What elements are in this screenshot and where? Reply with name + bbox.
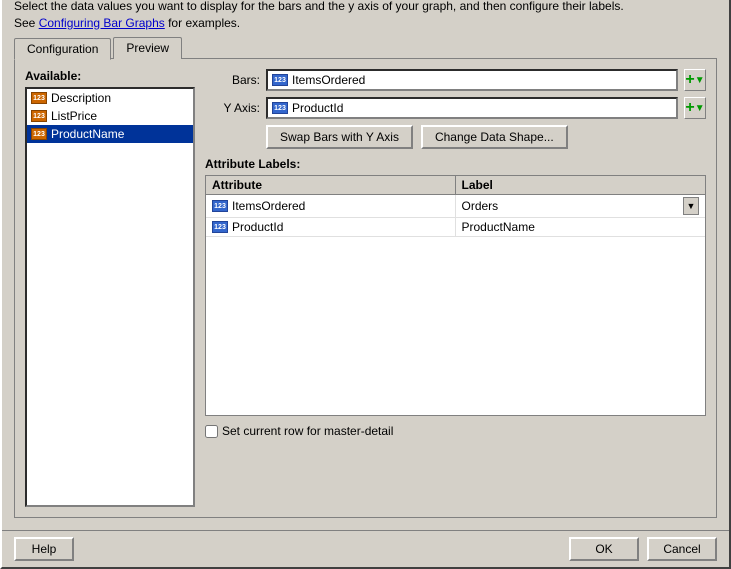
bars-input[interactable]: 123 ItemsOrdered — [266, 69, 678, 91]
column-label: Label — [456, 176, 706, 194]
label-value: Orders — [462, 199, 684, 213]
label-dropdown[interactable]: Orders ▼ — [462, 197, 700, 215]
master-detail-checkbox-row[interactable]: Set current row for master-detail — [205, 424, 706, 438]
description-line1: Select the data values you want to displ… — [14, 0, 624, 13]
yaxis-field-icon: 123 — [272, 102, 288, 114]
tab-bar: Configuration Preview — [14, 37, 717, 59]
plus-icon: + — [685, 72, 694, 88]
action-buttons: Swap Bars with Y Axis Change Data Shape.… — [266, 125, 706, 149]
list-item-label: ListPrice — [51, 109, 97, 123]
list-item-selected[interactable]: 123 ProductName — [27, 125, 193, 143]
table-body: 123 ItemsOrdered Orders ▼ — [206, 195, 705, 415]
list-item[interactable]: 123 ListPrice — [27, 107, 193, 125]
dialog-footer: Help OK Cancel — [2, 530, 729, 567]
description-line2-prefix: See — [14, 16, 39, 30]
table-row: 123 ProductId ProductName — [206, 218, 705, 237]
dialog-body: Select the data values you want to displ… — [2, 0, 729, 526]
dropdown-arrow-icon: ▼ — [695, 75, 705, 86]
yaxis-input[interactable]: 123 ProductId — [266, 97, 678, 119]
attr-field-icon: 123 — [212, 200, 228, 212]
description-line2-suffix: for examples. — [165, 16, 240, 30]
bars-field-icon: 123 — [272, 74, 288, 86]
yaxis-value: ProductId — [292, 101, 343, 115]
attribute-labels-section: Attribute Labels: Attribute Label 123 It… — [205, 157, 706, 416]
dropdown-arrow-icon[interactable]: ▼ — [683, 197, 699, 215]
ok-button[interactable]: OK — [569, 537, 639, 561]
column-attribute: Attribute — [206, 176, 456, 194]
yaxis-row: Y Axis: 123 ProductId + ▼ — [205, 97, 706, 119]
yaxis-label: Y Axis: — [205, 101, 260, 115]
table-header: Attribute Label — [206, 176, 705, 195]
tab-configuration[interactable]: Configuration — [14, 38, 111, 60]
plus-icon: + — [685, 100, 694, 116]
list-item-label: Description — [51, 91, 111, 105]
bars-row: Bars: 123 ItemsOrdered + ▼ — [205, 69, 706, 91]
attribute-cell: 123 ProductId — [206, 218, 456, 236]
configuring-bar-graphs-link[interactable]: Configuring Bar Graphs — [39, 16, 165, 30]
bars-add-button[interactable]: + ▼ — [684, 69, 706, 91]
attr-field-icon: 123 — [212, 221, 228, 233]
bars-label: Bars: — [205, 73, 260, 87]
change-data-shape-button[interactable]: Change Data Shape... — [421, 125, 568, 149]
dialog-window: Create Horizontal Bar Graph ✕ Select the… — [0, 0, 731, 569]
attribute-cell: 123 ItemsOrdered — [206, 195, 456, 217]
attribute-table: Attribute Label 123 ItemsOrdered — [205, 175, 706, 416]
tab-preview[interactable]: Preview — [113, 37, 182, 59]
field-icon: 123 — [31, 110, 47, 122]
footer-right: OK Cancel — [569, 537, 717, 561]
label-value: ProductName — [462, 220, 535, 234]
list-item-label: ProductName — [51, 127, 124, 141]
available-list: 123 Description 123 ListPrice 123 Produc… — [25, 87, 195, 507]
attribute-name: ProductId — [232, 220, 283, 234]
tab-content: Available: 123 Description 123 ListPrice… — [14, 58, 717, 518]
field-icon: 123 — [31, 92, 47, 104]
label-cell[interactable]: Orders ▼ — [456, 195, 706, 217]
dropdown-arrow-icon: ▼ — [695, 103, 705, 114]
list-item[interactable]: 123 Description — [27, 89, 193, 107]
cancel-button[interactable]: Cancel — [647, 537, 717, 561]
label-cell: ProductName — [456, 218, 706, 236]
table-row: 123 ItemsOrdered Orders ▼ — [206, 195, 705, 218]
master-detail-checkbox[interactable] — [205, 425, 218, 438]
help-button[interactable]: Help — [14, 537, 74, 561]
available-label: Available: — [25, 69, 195, 83]
bars-value: ItemsOrdered — [292, 73, 365, 87]
left-panel: Available: 123 Description 123 ListPrice… — [25, 69, 195, 507]
swap-bars-button[interactable]: Swap Bars with Y Axis — [266, 125, 413, 149]
field-icon: 123 — [31, 128, 47, 140]
right-panel: Bars: 123 ItemsOrdered + ▼ Y Axis: 123 — [205, 69, 706, 507]
footer-left: Help — [14, 537, 74, 561]
attribute-labels-title: Attribute Labels: — [205, 157, 706, 171]
description-text: Select the data values you want to displ… — [14, 0, 717, 31]
attribute-name: ItemsOrdered — [232, 199, 305, 213]
yaxis-add-button[interactable]: + ▼ — [684, 97, 706, 119]
master-detail-label: Set current row for master-detail — [222, 424, 393, 438]
